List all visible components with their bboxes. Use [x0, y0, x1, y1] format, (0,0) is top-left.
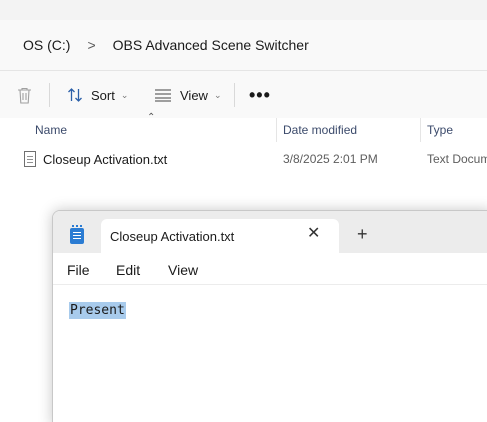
sort-icon: [68, 88, 82, 102]
file-row[interactable]: Closeup Activation.txt 3/8/2025 2:01 PM …: [0, 148, 487, 172]
notepad-tab[interactable]: Closeup Activation.txt ✕: [101, 219, 339, 253]
more-icon: •••: [249, 84, 271, 105]
menu-view[interactable]: View: [168, 262, 198, 278]
column-divider[interactable]: [420, 118, 421, 142]
column-header-name[interactable]: Name: [35, 123, 67, 137]
column-header-type[interactable]: Type: [427, 123, 453, 137]
toolbar-separator: [49, 83, 50, 107]
view-label: View: [180, 87, 208, 103]
notepad-titlebar[interactable]: Closeup Activation.txt ✕ +: [53, 211, 487, 253]
file-date-modified: 3/8/2025 2:01 PM: [283, 152, 378, 166]
file-name: Closeup Activation.txt: [43, 152, 168, 167]
more-options-button[interactable]: •••: [249, 71, 271, 119]
chevron-right-icon[interactable]: >: [87, 37, 95, 53]
command-bar: Sort ⌄ View ⌄ •••: [0, 70, 487, 118]
chevron-down-icon: ⌄: [120, 89, 129, 100]
sort-ascending-icon: ⌃: [147, 112, 156, 123]
close-icon[interactable]: ✕: [307, 226, 320, 242]
breadcrumb: OS (C:) > OBS Advanced Scene Switcher: [0, 20, 309, 70]
selected-text[interactable]: Present: [69, 302, 126, 319]
notepad-editor[interactable]: Present: [53, 286, 487, 422]
toolbar-separator: [234, 83, 235, 107]
view-list-icon: [155, 89, 171, 102]
file-type: Text Docum: [427, 152, 487, 166]
sort-button[interactable]: Sort ⌄: [67, 71, 128, 119]
delete-button[interactable]: [17, 71, 32, 119]
notepad-tab-title: Closeup Activation.txt: [110, 229, 235, 244]
notepad-app-icon: [70, 225, 84, 244]
breadcrumb-drive[interactable]: OS (C:): [23, 37, 70, 53]
menu-edit[interactable]: Edit: [116, 262, 140, 278]
column-headers: ⌃ Name Date modified Type: [0, 112, 487, 142]
notepad-window: Closeup Activation.txt ✕ + File Edit Vie…: [52, 210, 487, 422]
column-header-date[interactable]: Date modified: [283, 123, 357, 137]
menu-file[interactable]: File: [67, 262, 90, 278]
explorer-tabstrip: [0, 0, 487, 20]
address-bar[interactable]: OS (C:) > OBS Advanced Scene Switcher: [0, 20, 487, 70]
notepad-menubar: File Edit View: [53, 253, 487, 285]
column-divider[interactable]: [276, 118, 277, 142]
trash-icon: [18, 87, 31, 104]
sort-label: Sort: [91, 87, 115, 103]
breadcrumb-folder[interactable]: OBS Advanced Scene Switcher: [113, 37, 309, 53]
text-file-icon: [24, 151, 36, 167]
chevron-down-icon: ⌄: [213, 89, 222, 100]
new-tab-button[interactable]: +: [357, 225, 368, 243]
view-button[interactable]: View ⌄: [154, 71, 222, 119]
